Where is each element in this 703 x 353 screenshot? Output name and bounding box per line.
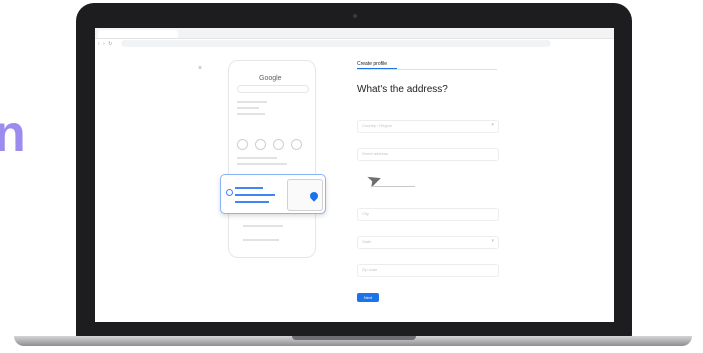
action-circle-icon	[291, 139, 302, 150]
preview-line	[237, 157, 277, 159]
browser-nav-icons[interactable]: ‹ › ↻	[98, 41, 113, 47]
laptop-notch	[292, 336, 416, 340]
country-field[interactable]: Country / Region ▾	[357, 120, 499, 133]
map-pin-icon	[308, 190, 320, 202]
preview-line	[237, 113, 265, 115]
progress-track	[357, 69, 497, 70]
preview-line	[237, 107, 259, 109]
form-tab-label[interactable]: Create profile	[357, 61, 387, 67]
form-heading: What's the address?	[357, 84, 448, 95]
preview-line	[243, 225, 283, 227]
city-field[interactable]: City	[357, 208, 499, 221]
address-card	[220, 174, 326, 214]
close-icon[interactable]: ×	[198, 65, 202, 72]
camera-dot	[353, 14, 357, 18]
card-line	[235, 201, 269, 203]
progress-indicator	[357, 68, 397, 69]
street-field[interactable]: Street address	[357, 148, 499, 161]
browser-tab[interactable]	[98, 30, 178, 38]
accent-letter: n	[0, 105, 26, 163]
action-circle-icon	[237, 139, 248, 150]
cursor-line	[371, 186, 415, 187]
chevron-down-icon: ▾	[491, 122, 494, 128]
search-bar-preview	[237, 85, 309, 93]
phone-preview: Google	[228, 60, 316, 258]
card-line	[235, 194, 275, 196]
next-button[interactable]: Next	[357, 293, 379, 302]
zip-field[interactable]: Zip code	[357, 264, 499, 277]
laptop-screen: ‹ › ↻ × Google Create profile What's the…	[95, 28, 614, 322]
preview-line	[237, 163, 287, 165]
address-bar[interactable]	[121, 40, 551, 47]
field-placeholder: Street address	[362, 151, 389, 156]
state-field[interactable]: State ▾	[357, 236, 499, 249]
action-circle-icon	[273, 139, 284, 150]
cursor-icon: ➤	[363, 168, 385, 193]
map-thumbnail	[287, 179, 323, 211]
chevron-down-icon: ▾	[491, 238, 494, 244]
card-line	[235, 187, 263, 189]
field-placeholder: City	[362, 211, 369, 216]
field-placeholder: Country / Region	[362, 123, 393, 128]
field-placeholder: Zip code	[362, 267, 378, 272]
google-logo: Google	[259, 75, 282, 82]
action-circle-icon	[255, 139, 266, 150]
field-placeholder: State	[362, 239, 372, 244]
location-dot-icon	[226, 189, 233, 196]
browser-tabbar	[95, 28, 614, 39]
preview-line	[243, 239, 279, 241]
preview-line	[237, 101, 267, 103]
